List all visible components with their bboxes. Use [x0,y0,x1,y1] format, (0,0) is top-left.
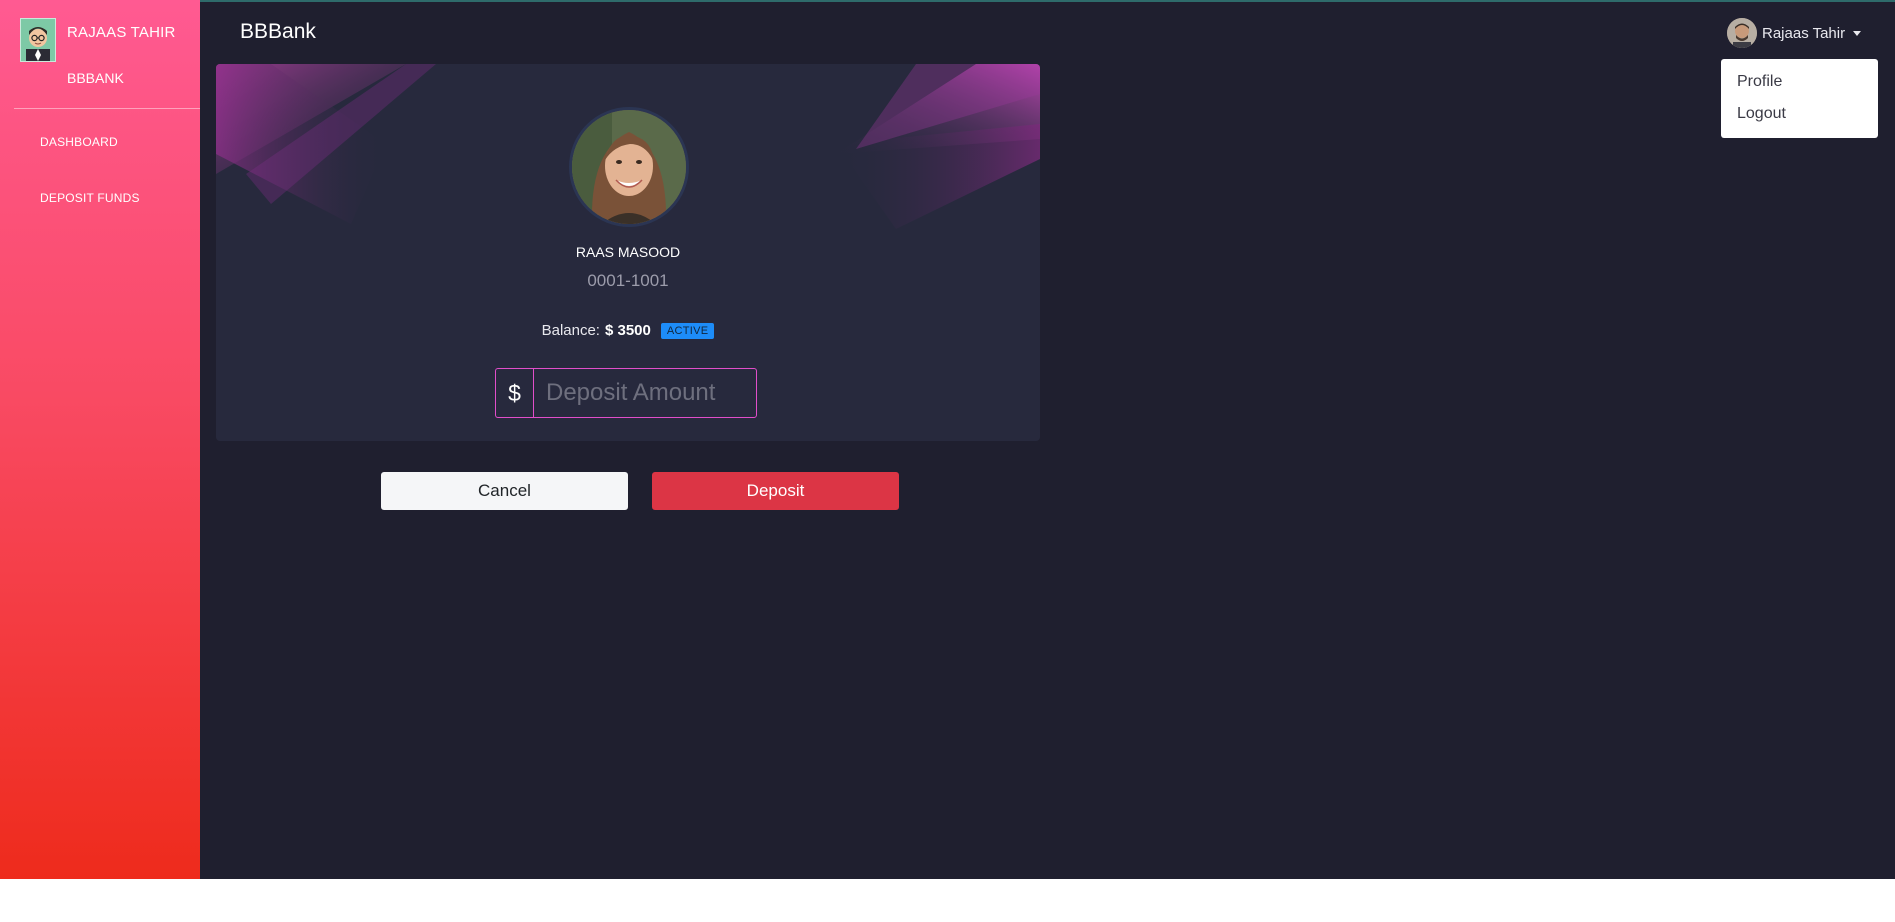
balance-line: Balance: $ 3500 ACTIVE [216,322,1040,339]
account-holder-photo [569,107,689,227]
caret-down-icon [1853,30,1862,36]
user-menu-toggle[interactable]: Rajaas Tahir [1727,17,1862,49]
user-name: Rajaas Tahir [1762,24,1846,42]
sidebar-item-deposit-funds[interactable]: DEPOSIT FUNDS [40,191,140,205]
page-title[interactable]: BBBank [240,20,316,44]
currency-addon: $ [495,368,533,418]
menu-item-logout[interactable]: Logout [1737,105,1786,123]
sidebar-avatar-icon[interactable] [20,18,56,62]
account-holder-name: RAAS MASOOD [575,244,681,260]
sidebar-brand[interactable]: BBBANK [67,70,124,86]
top-accent-line [0,0,1895,2]
balance-label: Balance: [541,322,600,339]
sidebar-user-name: RAJAAS TAHIR [67,24,176,41]
user-dropdown-menu: Profile Logout [1721,59,1878,138]
menu-item-profile[interactable]: Profile [1737,73,1782,91]
deposit-input-group: $ [495,368,760,418]
account-card: RAAS MASOOD 0001-1001 Balance: $ 3500 AC… [216,64,1040,441]
cancel-button[interactable]: Cancel [381,472,628,510]
app-shell: RAJAAS TAHIR BBBANK DASHBOARD DEPOSIT FU… [0,0,1895,879]
deposit-button[interactable]: Deposit [652,472,899,510]
sidebar: RAJAAS TAHIR BBBANK DASHBOARD DEPOSIT FU… [0,0,200,879]
deposit-amount-input[interactable] [533,368,757,418]
account-number: 0001-1001 [587,271,669,290]
status-badge: ACTIVE [660,322,715,339]
sidebar-divider [14,108,200,109]
balance-amount: $ 3500 [604,322,651,339]
user-avatar [1727,18,1757,48]
sidebar-item-dashboard[interactable]: DASHBOARD [40,135,118,149]
